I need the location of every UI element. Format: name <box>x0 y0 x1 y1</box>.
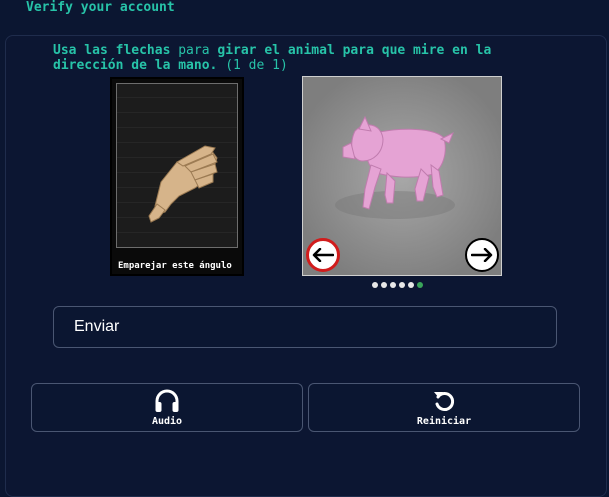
instruction-part-rotate: girar el animal <box>217 43 335 58</box>
progress-dot <box>408 282 414 288</box>
audio-button[interactable]: Audio <box>31 383 303 432</box>
hand-icon <box>148 145 218 223</box>
rotate-left-button[interactable] <box>306 238 340 272</box>
reference-label: Emparejar este ángulo <box>118 261 232 271</box>
arrow-right-icon <box>471 248 493 262</box>
progress-dots <box>372 282 423 288</box>
animal-viewer <box>302 76 502 276</box>
rotate-right-button[interactable] <box>465 238 499 272</box>
progress-dot <box>372 282 378 288</box>
headphones-icon <box>155 389 179 412</box>
arrow-left-icon <box>312 248 334 262</box>
progress-dot-active <box>417 282 423 288</box>
reference-image: Emparejar este ángulo <box>110 77 244 276</box>
progress-dot <box>390 282 396 288</box>
submit-label: Enviar <box>74 318 120 335</box>
audio-label: Audio <box>151 415 183 427</box>
page-title: Verify your account <box>26 0 175 15</box>
instruction-part-connector: para <box>170 43 218 58</box>
progress-dot <box>399 282 405 288</box>
refresh-icon <box>434 391 455 411</box>
instruction-part-arrows: Usa las flechas <box>53 43 171 58</box>
instruction-counter: (1 de 1) <box>217 58 288 73</box>
reset-button[interactable]: Reiniciar <box>308 383 580 432</box>
instruction-text: Usa las flechas para girar el animal par… <box>53 43 563 73</box>
reference-image-frame <box>116 83 238 248</box>
progress-dot <box>381 282 387 288</box>
reset-label: Reiniciar <box>416 415 472 427</box>
submit-button[interactable]: Enviar <box>53 306 557 348</box>
